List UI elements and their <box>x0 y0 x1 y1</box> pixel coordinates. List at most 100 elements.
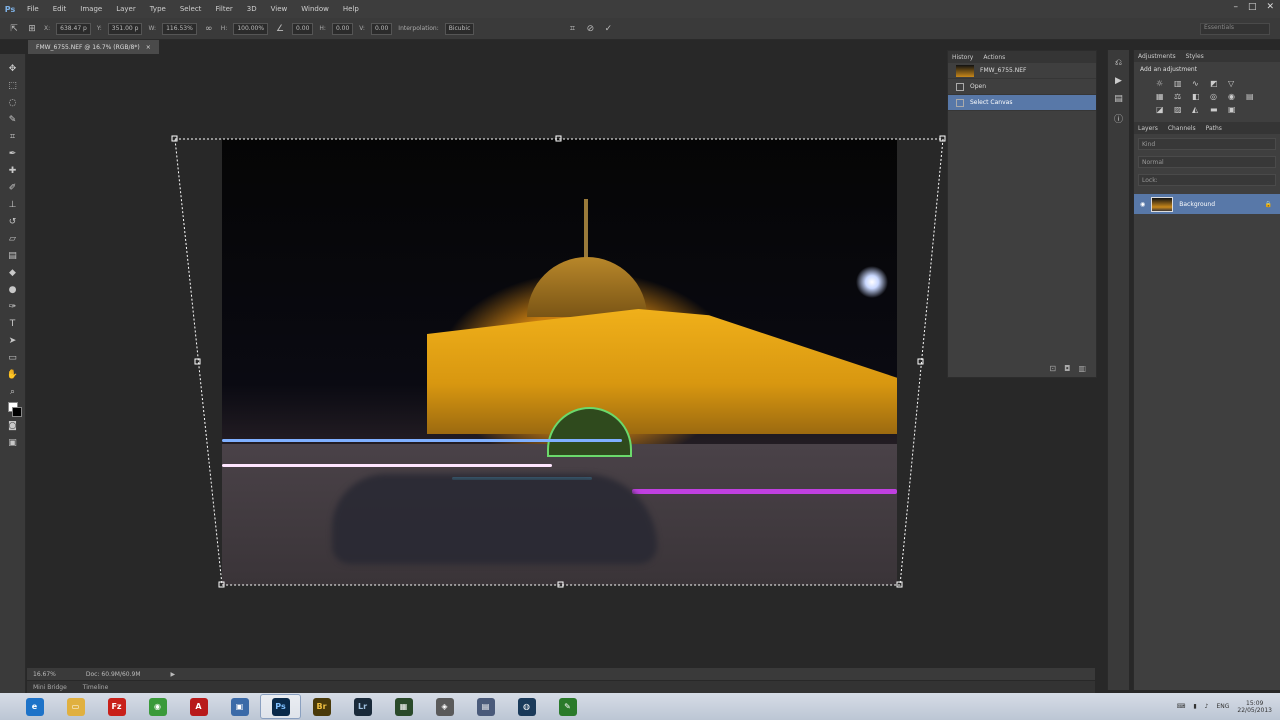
taskbar-app12[interactable]: ▤ <box>465 694 506 719</box>
document-tab[interactable]: FMW_6755.NEF @ 16.7% (RGB/8*) × <box>28 40 159 54</box>
tab-paths[interactable]: Paths <box>1206 125 1222 132</box>
language-indicator[interactable]: ENG <box>1216 703 1229 710</box>
shape-icon[interactable]: ▭ <box>5 349 21 366</box>
properties-icon[interactable]: ▤ <box>1114 94 1123 104</box>
x-field[interactable]: 638.47 p <box>56 22 91 35</box>
canvas-area[interactable] <box>27 54 1095 666</box>
menu-filter[interactable]: Filter <box>208 5 239 13</box>
marquee-icon[interactable]: ⬚ <box>5 77 21 94</box>
dodge-icon[interactable]: ● <box>5 281 21 298</box>
taskbar-lightroom[interactable]: Lr <box>342 694 383 719</box>
channel-mixer-icon[interactable]: ◉ <box>1228 92 1242 101</box>
reference-point-icon[interactable]: ⊞ <box>26 23 38 35</box>
taskbar-app11[interactable]: ◈ <box>424 694 465 719</box>
menu-window[interactable]: Window <box>294 5 336 13</box>
clock[interactable]: 15:09 22/05/2013 <box>1237 700 1272 714</box>
link-icon[interactable]: ∞ <box>203 23 215 35</box>
eraser-icon[interactable]: ▱ <box>5 230 21 247</box>
brush-icon[interactable]: ✐ <box>5 179 21 196</box>
zoom-level[interactable]: 16.67% <box>33 671 56 678</box>
taskbar-app14[interactable]: ✎ <box>547 694 588 719</box>
new-document-icon[interactable]: ⊡ <box>1049 364 1056 373</box>
workspace-switcher[interactable]: Essentials <box>1200 23 1270 35</box>
taskbar-app13[interactable]: ◍ <box>506 694 547 719</box>
network-icon[interactable]: ▮ <box>1193 703 1196 710</box>
angle-field[interactable]: 0.00 <box>292 22 314 35</box>
cancel-transform-icon[interactable]: ⊘ <box>584 23 596 35</box>
taskbar-photoshop[interactable]: Ps <box>260 694 301 719</box>
transform-tool-icon[interactable]: ⇱ <box>8 23 20 35</box>
black-white-icon[interactable]: ◧ <box>1192 92 1206 101</box>
history-snapshot[interactable]: FMW_6755.NEF <box>948 63 1096 79</box>
width-field[interactable]: 116.53% <box>162 22 197 35</box>
actions-play-icon[interactable]: ▶ <box>1115 76 1122 86</box>
lock-row[interactable]: Lock: <box>1138 174 1276 186</box>
status-arrow-icon[interactable]: ▶ <box>171 671 176 678</box>
brightness-icon[interactable]: ☼ <box>1156 79 1170 88</box>
taskbar-chrome[interactable]: ◉ <box>137 694 178 719</box>
menu-select[interactable]: Select <box>173 5 209 13</box>
hand-icon[interactable]: ✋ <box>5 366 21 383</box>
eyedropper-icon[interactable]: ✒ <box>5 145 21 162</box>
maximize-button[interactable]: □ <box>1248 2 1257 12</box>
taskbar-ie[interactable]: e <box>14 694 55 719</box>
selective-color-icon[interactable]: ▣ <box>1228 105 1242 114</box>
v-skew-field[interactable]: 0.00 <box>370 22 393 35</box>
tab-styles[interactable]: Styles <box>1186 53 1204 60</box>
h-skew-field[interactable]: 0.00 <box>331 22 354 35</box>
color-balance-icon[interactable]: ⚖ <box>1174 92 1188 101</box>
minimize-button[interactable]: – <box>1233 2 1238 12</box>
tab-adjustments[interactable]: Adjustments <box>1138 53 1176 60</box>
blend-mode-select[interactable]: Normal <box>1138 156 1276 168</box>
photo-filter-icon[interactable]: ◎ <box>1210 92 1224 101</box>
taskbar-acrobat[interactable]: A <box>178 694 219 719</box>
interpolation-select[interactable]: Bicubic <box>444 22 475 35</box>
tab-channels[interactable]: Channels <box>1168 125 1196 132</box>
history-icon[interactable]: ⎌ <box>1115 58 1122 68</box>
info-icon[interactable]: ⓘ <box>1114 112 1123 125</box>
menu-file[interactable]: File <box>20 5 46 13</box>
menu-layer[interactable]: Layer <box>109 5 143 13</box>
trash-icon[interactable]: ▥ <box>1078 364 1086 373</box>
menu-edit[interactable]: Edit <box>46 5 74 13</box>
menu-type[interactable]: Type <box>143 5 173 13</box>
tab-actions[interactable]: Actions <box>983 54 1005 61</box>
camera-icon[interactable]: ◘ <box>1064 364 1070 373</box>
background-color-swatch[interactable] <box>11 407 22 417</box>
history-item[interactable]: Open <box>948 79 1096 95</box>
gradient-map-icon[interactable]: ▬ <box>1210 105 1224 114</box>
history-brush-icon[interactable]: ↺ <box>5 213 21 230</box>
pen-icon[interactable]: ✑ <box>5 298 21 315</box>
tab-timeline[interactable]: Timeline <box>83 684 109 691</box>
blur-icon[interactable]: ◆ <box>5 264 21 281</box>
curves-icon[interactable]: ∿ <box>1192 79 1206 88</box>
taskbar-app10[interactable]: ▦ <box>383 694 424 719</box>
lasso-icon[interactable]: ◌ <box>5 94 21 111</box>
move-icon[interactable]: ✥ <box>5 60 21 77</box>
quick-mask-icon[interactable]: ◙ <box>5 417 21 434</box>
tab-mini-bridge[interactable]: Mini Bridge <box>33 684 67 691</box>
zoom-icon[interactable]: ⌕ <box>5 383 21 400</box>
type-icon[interactable]: T <box>5 315 21 332</box>
warp-mode-icon[interactable]: ⌗ <box>566 23 578 35</box>
menu-3d[interactable]: 3D <box>240 5 264 13</box>
tab-layers[interactable]: Layers <box>1138 125 1158 132</box>
keyboard-icon[interactable]: ⌨ <box>1177 703 1186 710</box>
levels-icon[interactable]: ▥ <box>1174 79 1188 88</box>
crop-icon[interactable]: ⌗ <box>5 128 21 145</box>
screen-mode-icon[interactable]: ▣ <box>5 434 21 451</box>
layer-item-background[interactable]: ◉ Background 🔒 <box>1134 194 1280 214</box>
tab-history[interactable]: History <box>952 54 973 61</box>
color-lookup-icon[interactable]: ▤ <box>1246 92 1260 101</box>
hue-saturation-icon[interactable]: ▦ <box>1156 92 1170 101</box>
invert-icon[interactable]: ◪ <box>1156 105 1170 114</box>
height-field[interactable]: 100.00% <box>233 22 269 35</box>
stamp-icon[interactable]: ⊥ <box>5 196 21 213</box>
menu-view[interactable]: View <box>264 5 295 13</box>
vibrance-icon[interactable]: ▽ <box>1228 79 1242 88</box>
layer-filter-kind[interactable]: Kind <box>1138 138 1276 150</box>
posterize-icon[interactable]: ▨ <box>1174 105 1188 114</box>
y-field[interactable]: 351.00 p <box>107 22 143 35</box>
commit-transform-icon[interactable]: ✓ <box>602 23 614 35</box>
history-item[interactable]: Select Canvas <box>948 95 1096 111</box>
